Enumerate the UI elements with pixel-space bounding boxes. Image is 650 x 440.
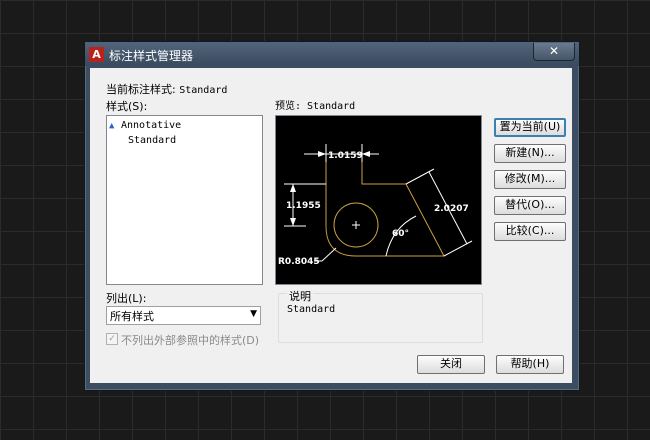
preview-geometry-outline bbox=[325, 153, 445, 257]
xref-styles-checkbox-label: 不列出外部参照中的样式(D) bbox=[121, 334, 260, 347]
current-style-value: Standard bbox=[179, 85, 228, 96]
style-preview-canvas: 1.0159 1.1955 2.0207 60° R0.8045 bbox=[275, 115, 482, 285]
override-style-button[interactable]: 替代(O)... bbox=[494, 196, 566, 215]
chevron-down-icon: ▼ bbox=[250, 309, 257, 319]
annotative-icon: ▲ bbox=[109, 121, 115, 131]
dim-radius-text: R0.8045 bbox=[278, 257, 320, 267]
list-filter-label: 列出(L): bbox=[106, 292, 147, 305]
autocad-app-icon: A bbox=[89, 47, 104, 62]
dimension-style-manager-dialog: A 标注样式管理器 ✕ 当前标注样式: Standard 样式(S): ▲ Ann… bbox=[84, 41, 580, 391]
title-bar[interactable]: A 标注样式管理器 ✕ bbox=[85, 42, 579, 66]
window-title: 标注样式管理器 bbox=[109, 49, 194, 63]
modify-style-button[interactable]: 修改(M)... bbox=[494, 170, 566, 189]
styles-listbox[interactable]: ▲ Annotative Standard bbox=[106, 115, 263, 285]
preview-drawing: 1.0159 1.1955 2.0207 60° R0.8045 bbox=[278, 144, 473, 267]
dim-angle-text: 60° bbox=[392, 229, 409, 239]
help-button[interactable]: 帮助(H) bbox=[496, 355, 564, 374]
description-label: 说明 bbox=[287, 288, 313, 304]
styles-label: 样式(S): bbox=[106, 100, 148, 113]
list-filter-value: 所有样式 bbox=[110, 310, 154, 323]
preview-label: 预览: Standard bbox=[275, 101, 356, 112]
description-group: 说明 Standard bbox=[278, 288, 483, 343]
close-button[interactable]: 关闭 bbox=[417, 355, 485, 374]
list-filter-dropdown[interactable]: 所有样式 ▼ bbox=[106, 306, 261, 325]
xref-styles-checkbox[interactable]: ✓ bbox=[106, 333, 118, 345]
dim-right-text: 2.0207 bbox=[434, 204, 469, 214]
current-style-label: 当前标注样式: bbox=[106, 83, 176, 96]
dialog-client-area: 当前标注样式: Standard 样式(S): ▲ Annotative Stan… bbox=[90, 68, 572, 383]
style-item-annotative[interactable]: ▲ Annotative bbox=[109, 119, 181, 133]
set-current-button[interactable]: 置为当前(U) bbox=[494, 118, 566, 137]
dim-left-text: 1.1955 bbox=[286, 201, 321, 211]
compare-styles-button[interactable]: 比较(C)... bbox=[494, 222, 566, 241]
style-item-standard[interactable]: Standard bbox=[128, 134, 176, 148]
new-style-button[interactable]: 新建(N)... bbox=[494, 144, 566, 163]
description-text: Standard bbox=[287, 304, 336, 315]
current-style-row: 当前标注样式: Standard bbox=[106, 81, 227, 97]
style-item-label: Annotative bbox=[121, 120, 182, 131]
dim-top-text: 1.0159 bbox=[328, 151, 363, 161]
close-window-button[interactable]: ✕ bbox=[533, 43, 575, 61]
